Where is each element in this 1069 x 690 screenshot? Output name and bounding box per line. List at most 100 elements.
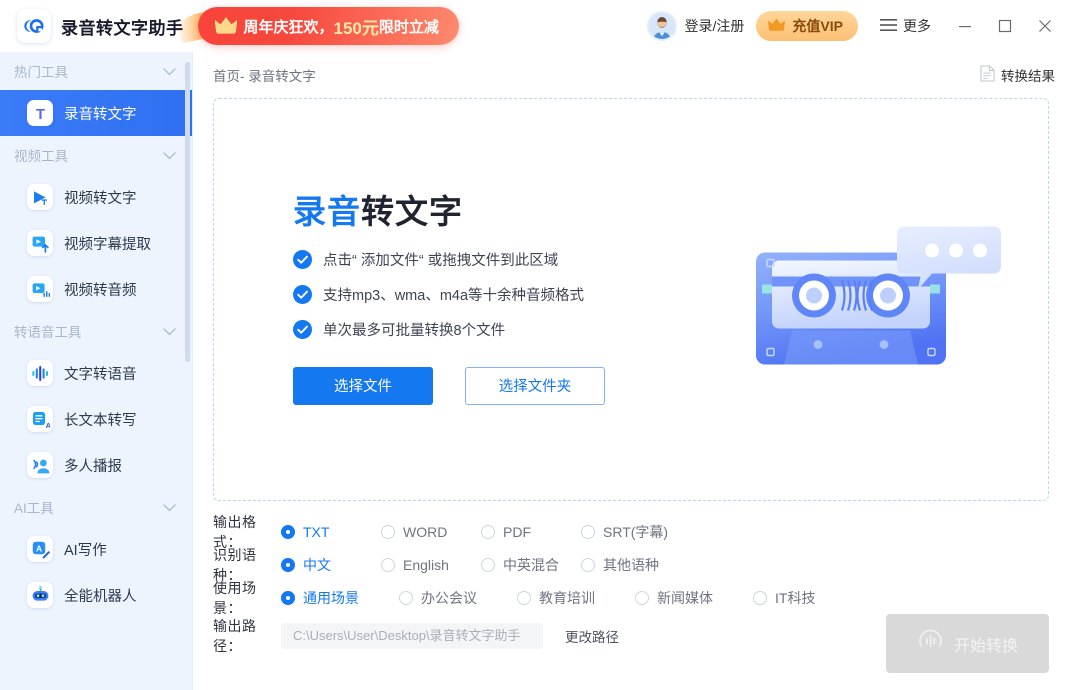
waveform-circle-icon xyxy=(917,628,944,660)
radio-label: 教育培训 xyxy=(539,589,595,606)
sidebar-group-1[interactable]: 视频工具 xyxy=(0,136,192,174)
radio-output-format-3[interactable]: SRT(字幕) xyxy=(581,522,701,542)
sidebar-group-title: 热门工具 xyxy=(14,65,68,80)
conversion-result-button[interactable]: 转换结果 xyxy=(980,65,1055,85)
radio-dot xyxy=(481,524,495,539)
sidebar-scroll-area: 热门工具 T 录音转文字视频工具视频转文字视频字幕提取 视频转音频转语音工具文字转语音… xyxy=(0,52,192,690)
radio-label: TXT xyxy=(303,523,330,540)
radio-label: 通用场景 xyxy=(303,589,359,606)
check-circle-icon xyxy=(293,284,312,304)
radio-output-format-2[interactable]: PDF xyxy=(481,524,581,540)
main-content: 首页- 录音转文字 转换结果 录音转文字 点击“ 添加文件“ 或拖拽文件到此区域… xyxy=(193,52,1069,690)
avatar[interactable] xyxy=(646,11,677,41)
sidebar-group-2[interactable]: 转语音工具 xyxy=(0,312,192,350)
sidebar-item-label: 录音转文字 xyxy=(64,106,137,123)
svg-text:A: A xyxy=(35,543,41,553)
sidebar-item-ai-writing[interactable]: A AI写作 xyxy=(0,526,192,572)
recharge-vip-button[interactable]: 充值VIP xyxy=(756,11,858,41)
radio-dot xyxy=(581,524,595,539)
radio-scenario-4[interactable]: IT科技 xyxy=(753,588,863,608)
output-format-radio-group[interactable]: TXT WORD PDF SRT(字幕) xyxy=(281,522,701,542)
radio-label: SRT(字幕) xyxy=(603,523,669,540)
change-path-link[interactable]: 更改路径 xyxy=(565,626,619,646)
radio-label: 中英混合 xyxy=(503,556,559,573)
sidebar-item-robot[interactable]: 全能机器人 xyxy=(0,572,192,618)
radio-dot xyxy=(381,557,395,572)
sidebar-scrollbar-thumb[interactable] xyxy=(185,62,190,362)
radio-dot xyxy=(635,590,649,605)
more-menu-button[interactable]: 更多 xyxy=(880,16,931,36)
scenario-row: 使用场景： 通用场景 办公会议 教育培训 新闻媒体 IT科技 xyxy=(213,580,1049,616)
breadcrumb[interactable]: 首页- 录音转文字 xyxy=(213,65,316,85)
feature-item: 支持mp3、wma、m4a等十余种音频格式 xyxy=(293,284,634,305)
sidebar-item-video-to-text[interactable]: 视频转文字 xyxy=(0,174,192,220)
minimize-icon[interactable] xyxy=(945,7,985,45)
text-to-speech-icon xyxy=(27,360,53,386)
long-text-transcribe-icon: A xyxy=(27,406,53,432)
radio-dot xyxy=(517,590,531,605)
scenario-radio-group[interactable]: 通用场景 办公会议 教育培训 新闻媒体 IT科技 xyxy=(281,588,863,608)
radio-scenario-3[interactable]: 新闻媒体 xyxy=(635,588,753,608)
language-radio-group[interactable]: 中文 English 中英混合 其他语种 xyxy=(281,555,701,575)
radio-label: 办公会议 xyxy=(421,589,477,606)
app-title: 录音转文字助手 xyxy=(61,18,184,38)
promo-banner[interactable]: 周年庆狂欢， 150元 限时立减 xyxy=(175,7,459,45)
radio-language-1[interactable]: English xyxy=(381,557,481,573)
sidebar-item-label: 视频转音频 xyxy=(64,282,137,299)
login-register-link[interactable]: 登录/注册 xyxy=(685,16,745,36)
sidebar-item-label: 视频转文字 xyxy=(64,190,137,207)
sidebar-item-label: 全能机器人 xyxy=(64,588,137,605)
radio-dot xyxy=(581,557,595,572)
hero-button-row: 选择文件 选择文件夹 xyxy=(293,366,634,405)
language-row: 识别语种： 中文 English 中英混合 其他语种 xyxy=(213,547,1049,583)
sidebar-item-label: 文字转语音 xyxy=(64,366,137,383)
app-window: 录音转文字助手 周年庆狂欢， 150元 限时立减 登录/注册 充值VIP 更多 … xyxy=(0,0,1069,690)
sidebar-item-label: 视频字幕提取 xyxy=(64,236,151,253)
sidebar-scrollbar[interactable] xyxy=(185,56,191,690)
sidebar-item-long-text-transcribe[interactable]: A 长文本转写 xyxy=(0,396,192,442)
sidebar-item-text-to-speech[interactable]: 文字转语音 xyxy=(0,350,192,396)
scenario-label: 使用场景： xyxy=(213,579,257,616)
maximize-icon[interactable] xyxy=(985,7,1025,45)
radio-dot xyxy=(399,590,413,605)
crown-icon xyxy=(214,15,238,39)
select-folder-button[interactable]: 选择文件夹 xyxy=(465,366,605,405)
radio-dot xyxy=(753,590,767,605)
crown-icon xyxy=(767,17,786,35)
sidebar-item-video-subtitle-extract[interactable]: 视频字幕提取 xyxy=(0,220,192,266)
sidebar-item-video-to-audio[interactable]: 视频转音频 xyxy=(0,266,192,312)
sidebar-group-3[interactable]: AI工具 xyxy=(0,488,192,526)
breadcrumb-row: 首页- 录音转文字 转换结果 xyxy=(193,52,1069,98)
sidebar-item-audio-to-text[interactable]: T 录音转文字 xyxy=(0,90,192,136)
radio-language-2[interactable]: 中英混合 xyxy=(481,555,581,575)
close-icon[interactable] xyxy=(1025,7,1065,45)
radio-label: WORD xyxy=(403,523,448,540)
hero-block: 录音转文字 点击“ 添加文件“ 或拖拽文件到此区域 支持mp3、wma、m4a等十… xyxy=(214,194,634,405)
app-logo-group: 录音转文字助手 xyxy=(0,9,184,43)
sidebar-item-label: AI写作 xyxy=(64,542,107,559)
file-dropzone[interactable]: 录音转文字 点击“ 添加文件“ 或拖拽文件到此区域 支持mp3、wma、m4a等十… xyxy=(213,98,1049,501)
sidebar: 热门工具 T 录音转文字视频工具视频转文字视频字幕提取 视频转音频转语音工具文字转语音… xyxy=(0,52,193,690)
radio-output-format-1[interactable]: WORD xyxy=(381,524,481,540)
radio-scenario-2[interactable]: 教育培训 xyxy=(517,588,635,608)
chevron-down-icon xyxy=(163,64,176,79)
radio-language-3[interactable]: 其他语种 xyxy=(581,555,701,575)
feature-item: 单次最多可批量转换8个文件 xyxy=(293,319,634,340)
radio-language-0[interactable]: 中文 xyxy=(281,555,381,575)
radio-scenario-0[interactable]: 通用场景 xyxy=(281,588,399,608)
output-path-label: 输出路径： xyxy=(213,617,257,654)
feature-text: 点击“ 添加文件“ 或拖拽文件到此区域 xyxy=(323,252,559,269)
check-circle-icon xyxy=(293,319,312,339)
radio-output-format-0[interactable]: TXT xyxy=(281,524,381,540)
audio-to-text-icon: T xyxy=(27,100,53,126)
sidebar-group-0[interactable]: 热门工具 xyxy=(0,52,192,90)
radio-label: 中文 xyxy=(303,556,331,573)
sidebar-item-multi-speaker[interactable]: 多人播报 xyxy=(0,442,192,488)
titlebar-right-group: 登录/注册 充值VIP 更多 xyxy=(646,7,1069,45)
radio-scenario-1[interactable]: 办公会议 xyxy=(399,588,517,608)
more-button-label: 更多 xyxy=(903,18,931,34)
select-file-button[interactable]: 选择文件 xyxy=(293,366,433,405)
start-conversion-button[interactable]: 开始转换 xyxy=(886,614,1049,673)
conversion-result-label: 转换结果 xyxy=(1001,69,1055,84)
output-path-input[interactable] xyxy=(281,622,543,649)
